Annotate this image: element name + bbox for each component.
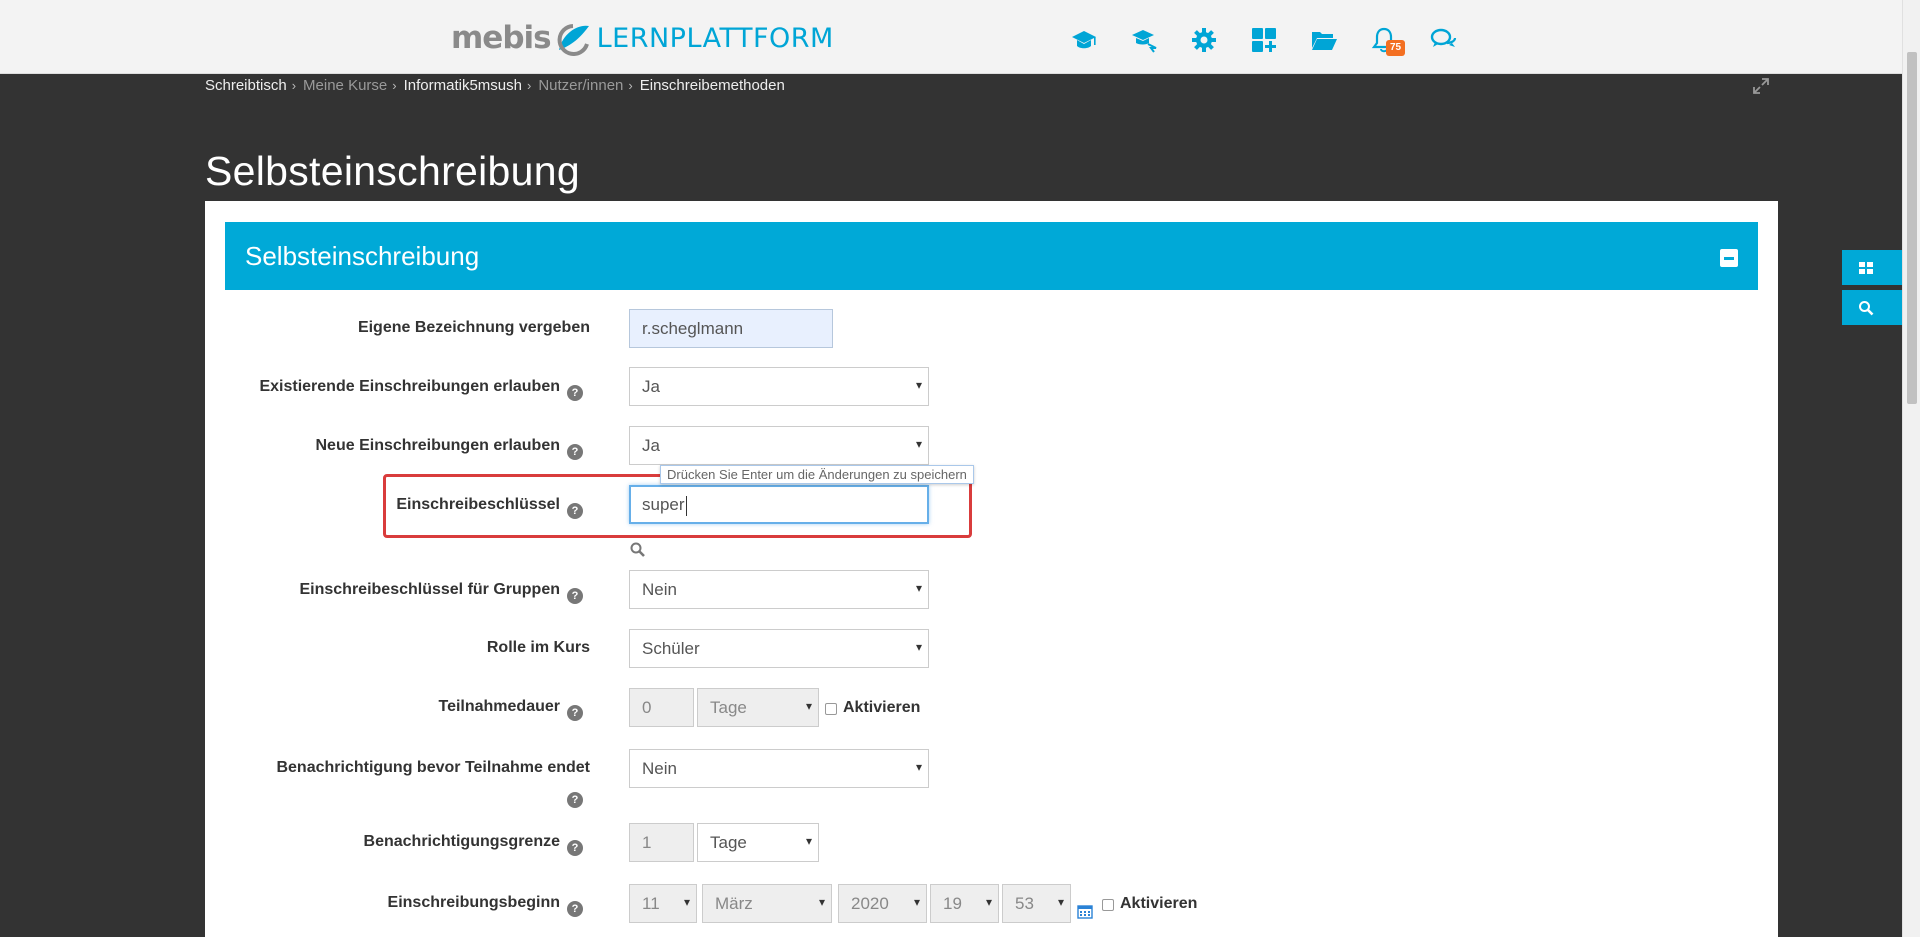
start-year-select[interactable]: 2020 [838,884,927,923]
breadcrumb-item-nutzer: Nutzer/innen [538,77,624,94]
reveal-key-search-icon[interactable] [629,541,646,558]
nav-messages[interactable] [1414,22,1474,58]
duration-enable-checkbox[interactable] [825,703,837,715]
logo-mebis-text: mebis [451,20,552,56]
existing-enrolments-select[interactable]: Ja [629,367,929,406]
group-key-select[interactable]: Nein [629,570,929,609]
calendar-icon[interactable] [1077,903,1093,919]
new-enrolments-select[interactable]: Ja [629,426,929,465]
start-enable-label: Aktivieren [1120,895,1198,912]
graduation-cap-icon [1072,31,1096,49]
new-enrolments-value: Ja [642,436,660,455]
role-label: Rolle im Kurs [486,639,590,656]
duration-unit-select[interactable]: Tage [697,688,819,727]
start-day-value: 11 [642,894,660,913]
notification-count-badge: 75 [1386,40,1406,56]
nav-settings[interactable] [1174,22,1234,58]
section-title: Selbsteinschreibung [245,241,480,271]
page-title: Selbsteinschreibung [205,148,580,194]
start-enable-checkbox[interactable] [1102,899,1114,911]
duration-enable-label: Aktivieren [843,699,921,716]
mebis-logo[interactable]: mebis LERNPLATTFORM [451,16,834,60]
name-input[interactable]: r.scheglmann [629,309,833,348]
duration-label: Teilnahmedauer [438,698,560,715]
chat-icon [1430,28,1457,47]
start-month-select[interactable]: März [702,884,832,923]
threshold-unit-select[interactable]: Tage [697,823,819,862]
side-search-button[interactable] [1842,290,1902,325]
breadcrumb-item-schreibtisch[interactable]: Schreibtisch [205,77,287,94]
duration-number-input[interactable]: 0 [629,688,694,727]
logo-mark-icon [557,24,589,56]
start-day-select[interactable]: 11 [629,884,697,923]
breadcrumb-separator: › [392,78,397,93]
threshold-label: Benachrichtigungsgrenze [363,833,560,850]
help-icon[interactable]: ? [567,503,583,519]
help-icon[interactable]: ? [567,705,583,721]
help-icon[interactable]: ? [567,385,583,401]
start-hour-select[interactable]: 19 [930,884,999,923]
breadcrumb: Schreibtisch › Meine Kurse › Informatik5… [205,77,785,94]
search-icon [1859,300,1874,315]
form-panel: Selbsteinschreibung Eigene Bezeichnung v… [205,201,1778,937]
notify-value: Nein [642,759,677,778]
breadcrumb-item-course[interactable]: Informatik5msush [404,77,522,94]
enrolment-key-label: Einschreibeschlüssel [396,496,560,513]
role-value: Schüler [642,639,700,658]
help-icon[interactable]: ? [567,792,583,808]
folder-open-icon [1312,32,1337,50]
scrollbar-thumb[interactable] [1907,52,1917,404]
nav-files[interactable] [1294,22,1354,58]
start-minute-select[interactable]: 53 [1002,884,1071,923]
role-select[interactable]: Schüler [629,629,929,668]
breadcrumb-item-meine-kurse: Meine Kurse [303,77,388,94]
help-icon[interactable]: ? [567,444,583,460]
start-year-value: 2020 [851,894,889,913]
enrolment-key-value: super [642,495,685,514]
name-label: Eigene Bezeichnung vergeben [357,319,590,336]
collapse-icon[interactable] [1720,249,1738,267]
nav-my-courses[interactable] [1054,22,1114,58]
help-icon[interactable]: ? [567,588,583,604]
nav-icon-bar: 75 [1054,22,1474,58]
help-icon[interactable]: ? [567,901,583,917]
text-caret [685,495,687,516]
grid-icon [1859,261,1873,274]
duration-unit-value: Tage [710,698,747,717]
start-minute-value: 53 [1015,894,1034,913]
logo-lernplattform-text: LERNPLATTFORM [596,22,834,54]
enrolment-key-input[interactable]: super [629,485,929,524]
breadcrumb-separator: › [628,78,633,93]
breadcrumb-separator: › [526,78,532,93]
breadcrumb-separator: › [291,78,297,93]
section-header[interactable]: Selbsteinschreibung [225,222,1758,290]
nav-notifications[interactable]: 75 [1354,22,1414,58]
side-blocks-button[interactable] [1842,250,1902,285]
top-navbar: mebis LERNPLATTFORM 75 [0,0,1902,74]
nav-course-overview[interactable] [1114,22,1174,58]
dashboard-add-icon [1252,28,1276,52]
notify-select[interactable]: Nein [629,749,929,788]
group-key-label: Einschreibeschlüssel für Gruppen [299,581,560,598]
save-hint-tooltip: Drücken Sie Enter um die Änderungen zu s… [660,465,974,484]
threshold-number-input[interactable]: 1 [629,823,694,862]
breadcrumb-item-einschreibemethoden[interactable]: Einschreibemethoden [640,77,785,94]
courses-icon [1132,30,1157,53]
group-key-value: Nein [642,580,677,599]
existing-enrolments-value: Ja [642,377,660,396]
start-month-value: März [715,894,753,913]
page-scrollbar[interactable] [1902,0,1920,937]
notify-label: Benachrichtigung bevor Teilnahme endet [276,759,590,776]
nav-dashboard[interactable] [1234,22,1294,58]
new-enrolments-label: Neue Einschreibungen erlauben [315,437,561,454]
expand-icon[interactable] [1752,77,1770,95]
start-label: Einschreibungsbeginn [387,894,560,911]
start-hour-value: 19 [943,894,962,913]
threshold-unit-value: Tage [710,833,747,852]
help-icon[interactable]: ? [567,840,583,856]
gear-icon [1192,28,1216,52]
existing-enrolments-label: Existierende Einschreibungen erlauben [259,378,560,395]
